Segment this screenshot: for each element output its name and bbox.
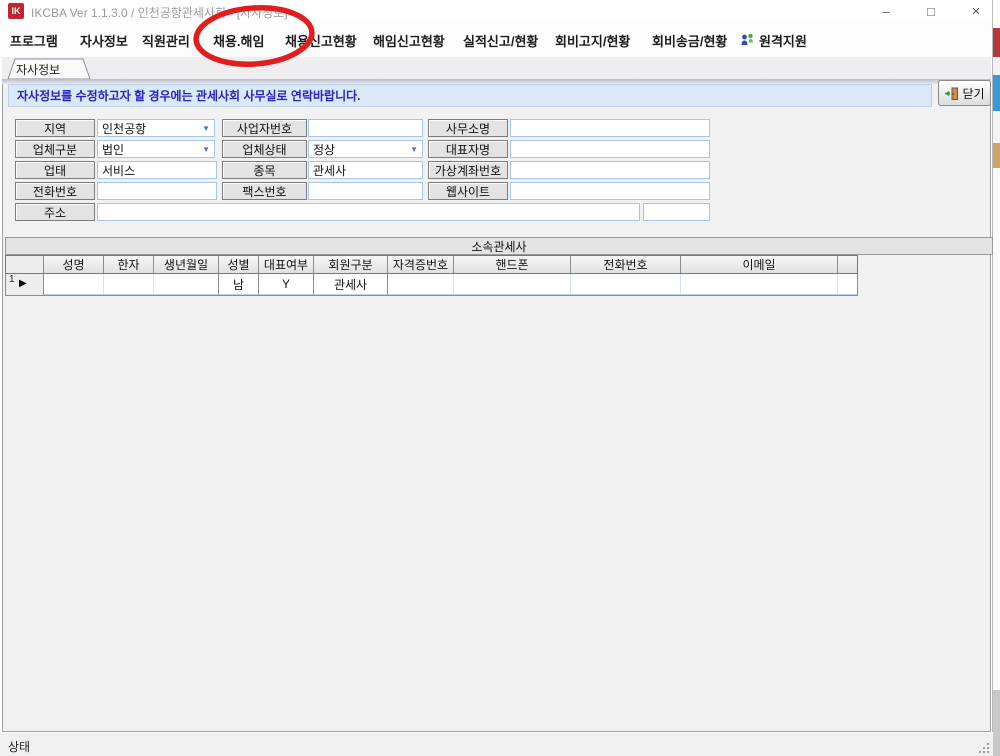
cell-email[interactable] bbox=[681, 274, 838, 295]
company-status-value: 정상 bbox=[313, 141, 335, 158]
menu-item-performance-report[interactable]: 실적신고/현황 bbox=[463, 31, 538, 50]
window-title: IKCBA Ver 1.1.3.0 / 인천공항관세사회 - [자사정보] bbox=[31, 4, 288, 21]
column-header-birthdate[interactable]: 생년월일 bbox=[154, 256, 219, 273]
remote-support-label: 원격지원 bbox=[759, 31, 807, 50]
close-button[interactable]: × bbox=[959, 0, 993, 22]
row-marker-icon: ▶ bbox=[19, 278, 27, 289]
label-company-status: 업체상태 bbox=[222, 140, 307, 158]
maximize-button[interactable]: □ bbox=[914, 0, 948, 22]
region-dropdown[interactable]: 인천공항 ▼ bbox=[97, 119, 215, 137]
tab-strip bbox=[2, 57, 991, 79]
row-number: 1 bbox=[9, 274, 15, 285]
menu-item-staff-management[interactable]: 직원관리 bbox=[142, 31, 190, 50]
column-header-mobile[interactable]: 핸드폰 bbox=[454, 256, 571, 273]
label-company-type: 업체구분 bbox=[15, 140, 95, 158]
status-text: 상태 bbox=[8, 738, 30, 755]
column-header-name[interactable]: 성명 bbox=[44, 256, 104, 273]
column-header-filler bbox=[838, 256, 857, 273]
cell-mobile[interactable] bbox=[454, 274, 571, 295]
cell-is-ceo[interactable]: Y bbox=[259, 274, 314, 295]
minimize-button[interactable]: – bbox=[869, 0, 903, 22]
menu-item-company-info[interactable]: 자사정보 bbox=[80, 31, 128, 50]
menu-item-remote-support[interactable]: 원격지원 bbox=[740, 31, 807, 50]
label-virtual-account: 가상계좌번호 bbox=[428, 161, 508, 179]
grid-header-row: 성명 한자 생년월일 성별 대표여부 회원구분 자격증번호 핸드폰 전화번호 이… bbox=[5, 255, 858, 274]
tab-company-info[interactable]: 자사정보 bbox=[16, 61, 60, 78]
row-indicator-cell[interactable]: 1 ▶ bbox=[6, 274, 44, 295]
cell-birthdate[interactable] bbox=[154, 274, 219, 295]
page-close-label: 닫기 bbox=[962, 85, 984, 102]
label-phone: 전화번호 bbox=[15, 182, 95, 200]
label-address: 주소 bbox=[15, 203, 95, 221]
resize-grip[interactable] bbox=[978, 742, 990, 754]
cell-gender[interactable]: 남 bbox=[219, 274, 259, 295]
cell-name[interactable] bbox=[44, 274, 104, 295]
title-bar: IK IKCBA Ver 1.1.3.0 / 인천공항관세사회 - [자사정보]… bbox=[0, 0, 992, 22]
business-condition-input[interactable]: 서비스 bbox=[97, 161, 217, 179]
column-header-gender[interactable]: 성별 bbox=[219, 256, 259, 273]
cell-phone[interactable] bbox=[571, 274, 681, 295]
dropdown-arrow-icon: ▼ bbox=[202, 124, 210, 133]
cell-hanja[interactable] bbox=[104, 274, 154, 295]
office-name-input[interactable] bbox=[510, 119, 710, 137]
business-item-input[interactable]: 관세사 bbox=[308, 161, 423, 179]
remote-support-icon bbox=[740, 33, 755, 48]
region-value: 인천공항 bbox=[102, 120, 146, 137]
company-type-value: 법인 bbox=[102, 141, 124, 158]
column-header-license-no[interactable]: 자격증번호 bbox=[388, 256, 454, 273]
menu-item-hire-dismiss[interactable]: 채용.해임 bbox=[213, 31, 264, 50]
page-close-button[interactable]: 닫기 bbox=[938, 80, 991, 106]
company-type-dropdown[interactable]: 법인 ▼ bbox=[97, 140, 215, 158]
grid-data-row: 1 ▶ 남 Y 관세사 bbox=[5, 274, 858, 296]
screen: IK IKCBA Ver 1.1.3.0 / 인천공항관세사회 - [자사정보]… bbox=[0, 0, 1000, 756]
cell-filler bbox=[838, 274, 857, 295]
app-icon: IK bbox=[8, 3, 24, 19]
column-header-phone[interactable]: 전화번호 bbox=[571, 256, 681, 273]
label-business-item: 종목 bbox=[222, 161, 307, 179]
grid-corner-cell bbox=[6, 256, 44, 273]
label-office-name: 사무소명 bbox=[428, 119, 508, 137]
phone-input[interactable] bbox=[97, 182, 217, 200]
address-input[interactable] bbox=[97, 203, 640, 221]
label-business-number: 사업자번호 bbox=[222, 119, 307, 137]
dropdown-arrow-icon: ▼ bbox=[410, 145, 418, 154]
menu-bar: 프로그램 자사정보 직원관리 채용.해임 채용신고현황 해임신고현황 실적신고/… bbox=[0, 22, 992, 57]
cell-license-no[interactable] bbox=[388, 274, 454, 295]
address-extra-input[interactable] bbox=[643, 203, 710, 221]
column-header-email[interactable]: 이메일 bbox=[681, 256, 838, 273]
dropdown-arrow-icon: ▼ bbox=[202, 145, 210, 154]
column-header-is-ceo[interactable]: 대표여부 bbox=[259, 256, 314, 273]
menu-item-dismiss-report-status[interactable]: 해임신고현황 bbox=[373, 31, 445, 50]
cell-member-type[interactable]: 관세사 bbox=[314, 274, 388, 295]
website-input[interactable] bbox=[510, 182, 710, 200]
label-business-condition: 업태 bbox=[15, 161, 95, 179]
status-bar: 상태 bbox=[0, 732, 993, 756]
menu-item-program[interactable]: 프로그램 bbox=[10, 31, 58, 50]
menu-item-hire-report-status[interactable]: 채용신고현황 bbox=[285, 31, 357, 50]
app-window: IK IKCBA Ver 1.1.3.0 / 인천공항관세사회 - [자사정보]… bbox=[0, 0, 993, 756]
menu-item-dues-remittance[interactable]: 회비송금/현황 bbox=[652, 31, 727, 50]
label-region: 지역 bbox=[15, 119, 95, 137]
label-ceo-name: 대표자명 bbox=[428, 140, 508, 158]
business-number-input[interactable] bbox=[308, 119, 423, 137]
ceo-name-input[interactable] bbox=[510, 140, 710, 158]
virtual-account-input[interactable] bbox=[510, 161, 710, 179]
menu-item-dues-notice[interactable]: 회비고지/현황 bbox=[555, 31, 630, 50]
fax-input[interactable] bbox=[308, 182, 423, 200]
company-status-dropdown[interactable]: 정상 ▼ bbox=[308, 140, 423, 158]
grid-title-band: 소속관세사 bbox=[5, 237, 993, 255]
notice-bar: 자사정보를 수정하고자 할 경우에는 관세사회 사무실로 연락바랍니다. bbox=[8, 84, 932, 107]
label-fax: 팩스번호 bbox=[222, 182, 307, 200]
exit-door-icon bbox=[944, 86, 959, 101]
background-sliver bbox=[993, 0, 1000, 756]
column-header-hanja[interactable]: 한자 bbox=[104, 256, 154, 273]
column-header-member-type[interactable]: 회원구분 bbox=[314, 256, 388, 273]
label-website: 웹사이트 bbox=[428, 182, 508, 200]
